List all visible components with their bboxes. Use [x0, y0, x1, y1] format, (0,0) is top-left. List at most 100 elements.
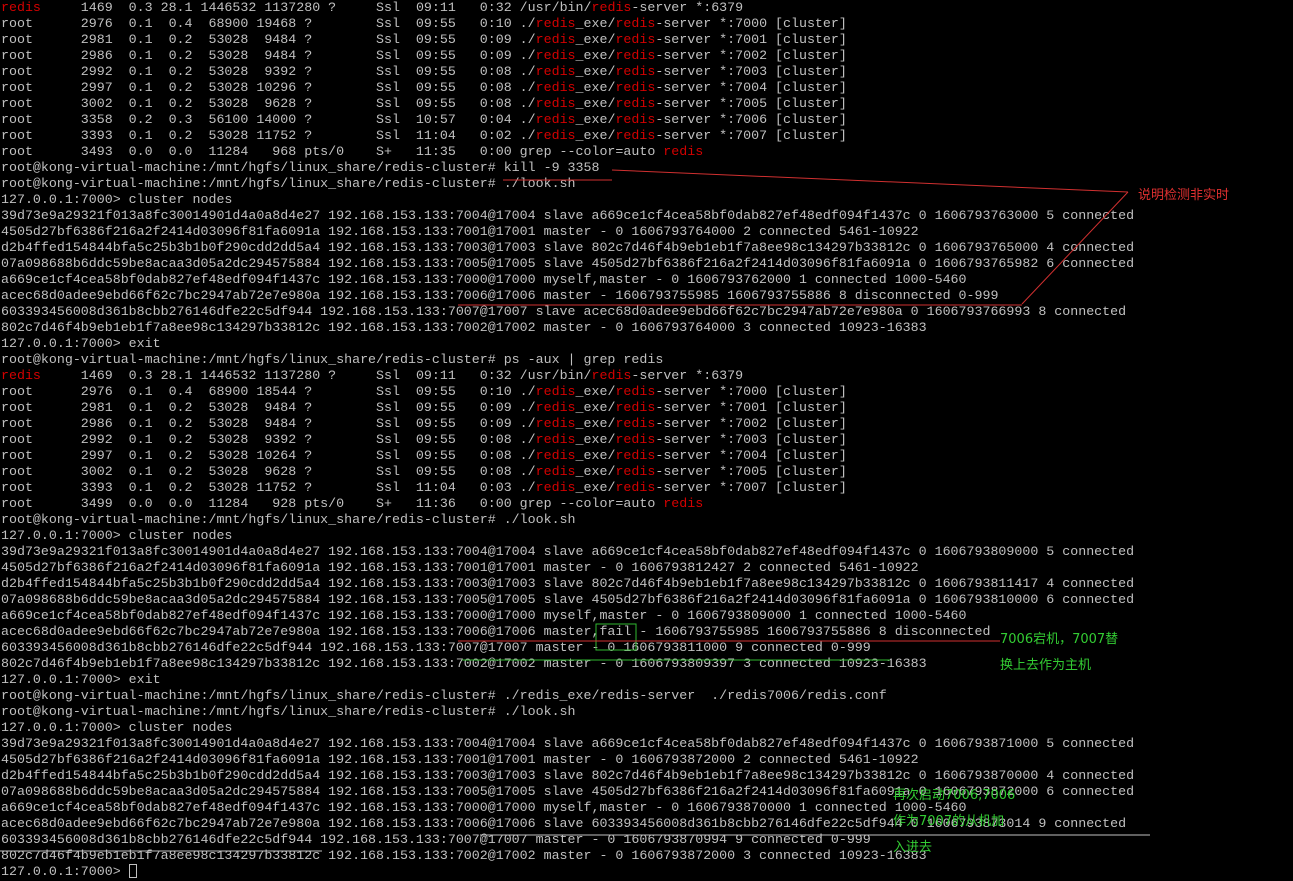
terminal-text: a669ce1cf4cea58bf0dab827ef48edf094f1437c…: [1, 272, 967, 287]
terminal-line: root 3493 0.0 0.0 11284 968 pts/0 S+ 11:…: [1, 144, 1134, 160]
terminal-text: _exe/: [575, 480, 616, 495]
highlighted-match: redis: [615, 80, 656, 95]
terminal-line: acec68d0adee9ebd66f62c7bc2947ab72e7e980a…: [1, 624, 1134, 640]
highlighted-match: redis: [591, 368, 632, 383]
terminal-text: root 3499 0.0 0.0 11284 928 pts/0 S+ 11:…: [1, 496, 664, 511]
terminal-text: 1469 0.3 28.1 1446532 1137280 ? Ssl 09:1…: [40, 368, 592, 383]
terminal-line: root 3393 0.1 0.2 53028 11752 ? Ssl 11:0…: [1, 128, 1134, 144]
terminal-text: 39d73e9a29321f013a8fc30014901d4a0a8d4e27…: [1, 208, 1135, 223]
terminal-text: root 3393 0.1 0.2 53028 11752 ? Ssl 11:0…: [1, 128, 536, 143]
terminal-text: 802c7d46f4b9eb1eb1f7a8ee98c134297b33812c…: [1, 848, 927, 863]
terminal-line: root@kong-virtual-machine:/mnt/hgfs/linu…: [1, 688, 1134, 704]
terminal-line: root@kong-virtual-machine:/mnt/hgfs/linu…: [1, 512, 1134, 528]
terminal-text: 4505d27bf6386f216a2f2414d03096f81fa6091a…: [1, 560, 919, 575]
terminal-line: d2b4ffed154844bfa5c25b3b1b0f290cdd2dd5a4…: [1, 576, 1134, 592]
highlighted-match: redis: [535, 80, 576, 95]
terminal-line: root 2992 0.1 0.2 53028 9392 ? Ssl 09:55…: [1, 64, 1134, 80]
terminal-text: 603393456008d361b8cbb276146dfe22c5df944 …: [1, 640, 871, 655]
terminal-text: root 2997 0.1 0.2 53028 10264 ? Ssl 09:5…: [1, 448, 536, 463]
highlighted-match: redis: [615, 112, 656, 127]
terminal-text: -server *:7007 [cluster]: [655, 480, 847, 495]
terminal-line: 603393456008d361b8cbb276146dfe22c5df944 …: [1, 832, 1134, 848]
highlighted-match: redis: [535, 64, 576, 79]
terminal-text: 802c7d46f4b9eb1eb1f7a8ee98c134297b33812c…: [1, 656, 927, 671]
terminal-text: _exe/: [575, 48, 616, 63]
terminal-line: root@kong-virtual-machine:/mnt/hgfs/linu…: [1, 160, 1134, 176]
terminal-text: root 3358 0.2 0.3 56100 14000 ? Ssl 10:5…: [1, 112, 536, 127]
terminal-line: 603393456008d361b8cbb276146dfe22c5df944 …: [1, 304, 1134, 320]
terminal-line: root@kong-virtual-machine:/mnt/hgfs/linu…: [1, 352, 1134, 368]
terminal-text: root 3002 0.1 0.2 53028 9628 ? Ssl 09:55…: [1, 96, 536, 111]
terminal-line: a669ce1cf4cea58bf0dab827ef48edf094f1437c…: [1, 608, 1134, 624]
terminal-line: root 3499 0.0 0.0 11284 928 pts/0 S+ 11:…: [1, 496, 1134, 512]
terminal-line: 802c7d46f4b9eb1eb1f7a8ee98c134297b33812c…: [1, 848, 1134, 864]
terminal-line: root 3393 0.1 0.2 53028 11752 ? Ssl 11:0…: [1, 480, 1134, 496]
highlighted-match: redis: [663, 144, 704, 159]
terminal-text: root 2981 0.1 0.2 53028 9484 ? Ssl 09:55…: [1, 32, 536, 47]
terminal-line: root 3358 0.2 0.3 56100 14000 ? Ssl 10:5…: [1, 112, 1134, 128]
terminal-line: redis 1469 0.3 28.1 1446532 1137280 ? Ss…: [1, 0, 1134, 16]
highlighted-match: redis: [535, 480, 576, 495]
terminal-text: _exe/: [575, 112, 616, 127]
highlighted-match: redis: [615, 416, 656, 431]
terminal-text: 39d73e9a29321f013a8fc30014901d4a0a8d4e27…: [1, 736, 1135, 751]
terminal-text: -server *:7003 [cluster]: [655, 432, 847, 447]
note-failover-line2: 换上去作为主机: [1000, 658, 1092, 673]
highlighted-match: redis: [535, 416, 576, 431]
terminal-text: -server *:7001 [cluster]: [655, 400, 847, 415]
terminal-text: root 2997 0.1 0.2 53028 10296 ? Ssl 09:5…: [1, 80, 536, 95]
terminal-text: root 2992 0.1 0.2 53028 9392 ? Ssl 09:55…: [1, 432, 536, 447]
terminal-line: d2b4ffed154844bfa5c25b3b1b0f290cdd2dd5a4…: [1, 768, 1134, 784]
terminal-text: root 2976 0.1 0.4 68900 19468 ? Ssl 09:5…: [1, 16, 536, 31]
terminal-line: d2b4ffed154844bfa5c25b3b1b0f290cdd2dd5a4…: [1, 240, 1134, 256]
terminal-text: root 3002 0.1 0.2 53028 9628 ? Ssl 09:55…: [1, 464, 536, 479]
highlighted-match: redis: [615, 480, 656, 495]
terminal-line: 07a098688b6ddc59be8acaa3d05a2dc294575884…: [1, 256, 1134, 272]
terminal-text: 127.0.0.1:7000> cluster nodes: [1, 720, 233, 735]
note-not-realtime: 说明检测非实时: [1138, 188, 1230, 203]
terminal-text: root 3493 0.0 0.0 11284 968 pts/0 S+ 11:…: [1, 144, 664, 159]
terminal-text: _exe/: [575, 16, 616, 31]
terminal-text: _exe/: [575, 80, 616, 95]
terminal-line: 603393456008d361b8cbb276146dfe22c5df944 …: [1, 640, 1134, 656]
terminal-text: -server *:7007 [cluster]: [655, 128, 847, 143]
terminal-line: root 2997 0.1 0.2 53028 10296 ? Ssl 09:5…: [1, 80, 1134, 96]
terminal-text: root@kong-virtual-machine:/mnt/hgfs/linu…: [1, 704, 576, 719]
highlighted-match: redis: [535, 96, 576, 111]
terminal-line: root@kong-virtual-machine:/mnt/hgfs/linu…: [1, 176, 1134, 192]
terminal-text: _exe/: [575, 400, 616, 415]
highlighted-match: redis: [535, 112, 576, 127]
terminal-text: _exe/: [575, 448, 616, 463]
terminal-text: root 3393 0.1 0.2 53028 11752 ? Ssl 11:0…: [1, 480, 536, 495]
terminal-line: root@kong-virtual-machine:/mnt/hgfs/linu…: [1, 704, 1134, 720]
highlighted-match: redis: [535, 464, 576, 479]
terminal-text: a669ce1cf4cea58bf0dab827ef48edf094f1437c…: [1, 800, 967, 815]
terminal-text: -server *:7005 [cluster]: [655, 464, 847, 479]
highlighted-match: redis: [615, 96, 656, 111]
terminal-text: -server *:6379: [631, 368, 744, 383]
highlighted-match: redis: [615, 128, 656, 143]
highlighted-match: redis: [1, 0, 41, 15]
terminal-text: 127.0.0.1:7000> exit: [1, 672, 161, 687]
terminal-text: -server *:7005 [cluster]: [655, 96, 847, 111]
terminal-line: a669ce1cf4cea58bf0dab827ef48edf094f1437c…: [1, 272, 1134, 288]
highlighted-match: redis: [615, 48, 656, 63]
terminal-text: _exe/: [575, 432, 616, 447]
terminal-text: 127.0.0.1:7000> exit: [1, 336, 161, 351]
terminal-output[interactable]: redis 1469 0.3 28.1 1446532 1137280 ? Ss…: [1, 0, 1134, 880]
terminal-text: d2b4ffed154844bfa5c25b3b1b0f290cdd2dd5a4…: [1, 768, 1135, 783]
terminal-line: 4505d27bf6386f216a2f2414d03096f81fa6091a…: [1, 752, 1134, 768]
terminal-text: -server *:7004 [cluster]: [655, 448, 847, 463]
terminal-text: a669ce1cf4cea58bf0dab827ef48edf094f1437c…: [1, 608, 967, 623]
highlighted-match: redis: [663, 496, 704, 511]
terminal-line: root 2997 0.1 0.2 53028 10264 ? Ssl 09:5…: [1, 448, 1134, 464]
terminal-text: root 2976 0.1 0.4 68900 18544 ? Ssl 09:5…: [1, 384, 536, 399]
terminal-text: root 2992 0.1 0.2 53028 9392 ? Ssl 09:55…: [1, 64, 536, 79]
terminal-text: _exe/: [575, 464, 616, 479]
terminal-text: 127.0.0.1:7000> cluster nodes: [1, 528, 233, 543]
note-rejoin-line2: 作为7007的从机加: [893, 814, 1005, 829]
terminal-line: root 2976 0.1 0.4 68900 19468 ? Ssl 09:5…: [1, 16, 1134, 32]
terminal-text: -server *:7000 [cluster]: [655, 384, 847, 399]
terminal-text: acec68d0adee9ebd66f62c7bc2947ab72e7e980a…: [1, 288, 999, 303]
terminal-line: root 2986 0.1 0.2 53028 9484 ? Ssl 09:55…: [1, 416, 1134, 432]
